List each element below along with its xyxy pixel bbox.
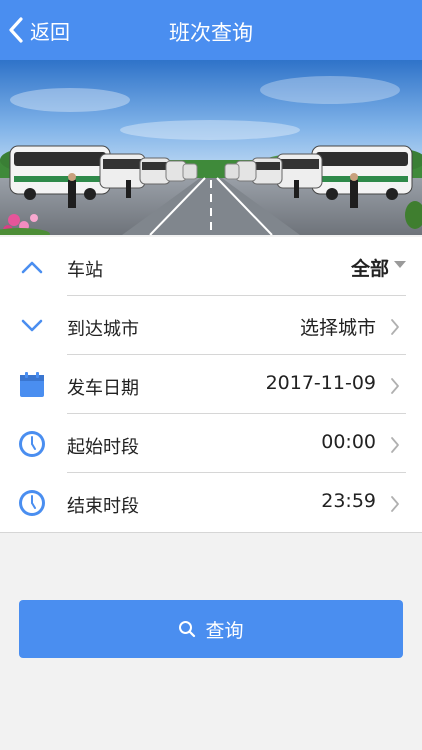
- chevron-right-icon: [391, 319, 399, 335]
- end-time-value: 23:59: [321, 490, 376, 512]
- station-label: 车站: [67, 260, 103, 281]
- query-form: 车站 全部 到达城市 选择城市 发车日期 2017-11-09 起始时段 00:…: [0, 237, 422, 533]
- departure-date-label: 发车日期: [67, 378, 139, 399]
- chevron-right-icon: [391, 378, 399, 394]
- row-station[interactable]: 车站 全部: [0, 237, 422, 296]
- page-title: 班次查询: [169, 21, 253, 45]
- calendar-icon: [16, 369, 48, 401]
- departure-date-value: 2017-11-09: [265, 372, 376, 394]
- chevron-right-icon: [391, 437, 399, 453]
- start-time-value: 00:00: [321, 431, 376, 453]
- end-time-label: 结束时段: [67, 496, 139, 517]
- row-arrival-city[interactable]: 到达城市 选择城市: [0, 296, 422, 355]
- clock-icon: [16, 487, 48, 519]
- dropdown-caret-icon: [394, 261, 406, 268]
- search-button-label: 查询: [205, 619, 244, 642]
- row-end-time[interactable]: 结束时段 23:59: [0, 473, 422, 532]
- banner-image: [0, 60, 422, 235]
- search-button[interactable]: 查询: [19, 600, 403, 658]
- app-header: 返回 班次查询: [0, 0, 422, 60]
- station-value: 全部: [350, 258, 389, 280]
- start-time-label: 起始时段: [67, 437, 139, 458]
- arrival-city-label: 到达城市: [67, 319, 139, 340]
- arrival-city-value: 选择城市: [299, 317, 376, 339]
- clock-icon: [16, 428, 48, 460]
- chevron-up-icon: [16, 251, 48, 283]
- chevron-right-icon: [391, 496, 399, 512]
- search-icon: [179, 621, 196, 638]
- row-departure-date[interactable]: 发车日期 2017-11-09: [0, 355, 422, 414]
- chevron-down-icon: [16, 310, 48, 342]
- row-start-time[interactable]: 起始时段 00:00: [0, 414, 422, 473]
